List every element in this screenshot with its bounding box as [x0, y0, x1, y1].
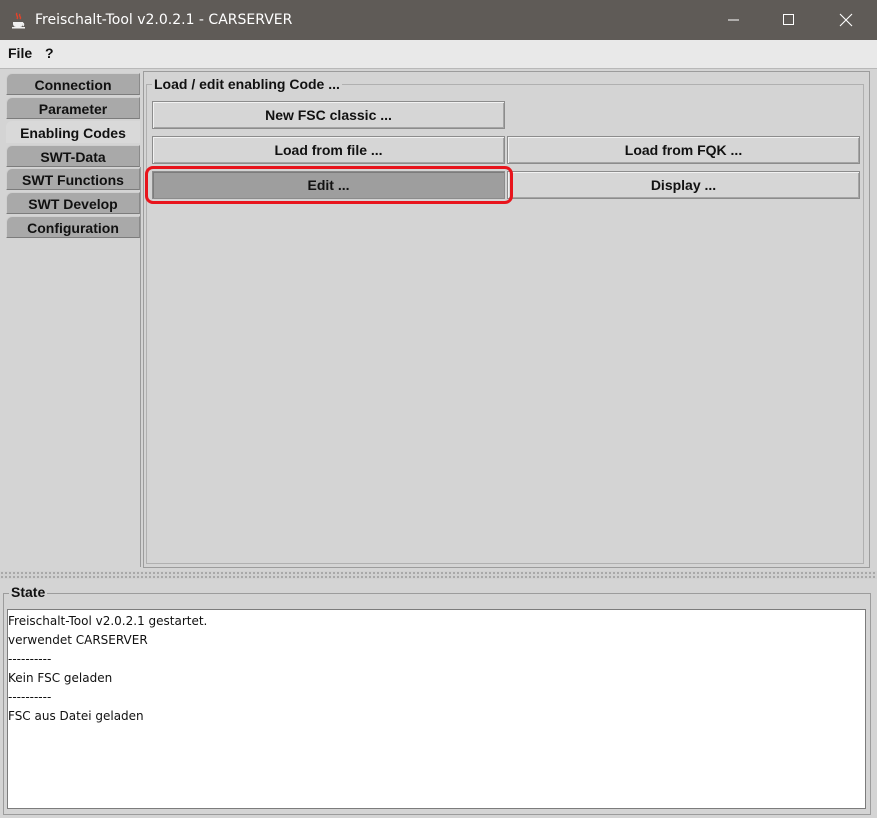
minimize-button[interactable]: [708, 0, 760, 40]
state-title: State: [9, 584, 48, 600]
tab-enabling-codes[interactable]: Enabling Codes: [6, 121, 140, 143]
display-button[interactable]: Display ...: [507, 171, 860, 199]
log-line: FSC aus Datei geladen: [8, 709, 144, 723]
split-pane-divider[interactable]: [0, 571, 877, 579]
menu-help[interactable]: ?: [45, 45, 54, 61]
java-coffee-icon: [10, 11, 28, 29]
maximize-icon: [783, 14, 794, 25]
tab-strip-background: [3, 167, 141, 567]
load-from-fqk-button[interactable]: Load from FQK ...: [507, 136, 860, 164]
load-from-file-button[interactable]: Load from file ...: [152, 136, 505, 164]
close-button[interactable]: [820, 0, 872, 40]
new-fsc-classic-button[interactable]: New FSC classic ...: [152, 101, 505, 129]
menu-bar: File ?: [0, 40, 877, 69]
tab-swt-data[interactable]: SWT-Data: [6, 145, 140, 167]
maximize-button[interactable]: [763, 0, 815, 40]
log-line: verwendet CARSERVER: [8, 633, 148, 647]
minimize-icon: [728, 19, 739, 21]
log-line: ----------: [8, 652, 52, 666]
tab-connection[interactable]: Connection: [6, 73, 140, 95]
edit-highlight-annotation: [145, 166, 513, 204]
menu-file[interactable]: File: [8, 45, 32, 61]
tab-parameter[interactable]: Parameter: [6, 97, 140, 119]
state-log-area[interactable]: Freischalt-Tool v2.0.2.1 gestartet. verw…: [7, 609, 866, 809]
window-title: Freischalt-Tool v2.0.2.1 - CARSERVER: [35, 12, 293, 28]
group-title: Load / edit enabling Code ...: [152, 76, 342, 92]
log-line: Kein FSC geladen: [8, 671, 113, 685]
title-bar: Freischalt-Tool v2.0.2.1 - CARSERVER: [0, 0, 877, 40]
log-line: ----------: [8, 690, 52, 704]
close-icon: [839, 13, 853, 27]
log-line: Freischalt-Tool v2.0.2.1 gestartet.: [8, 614, 208, 628]
